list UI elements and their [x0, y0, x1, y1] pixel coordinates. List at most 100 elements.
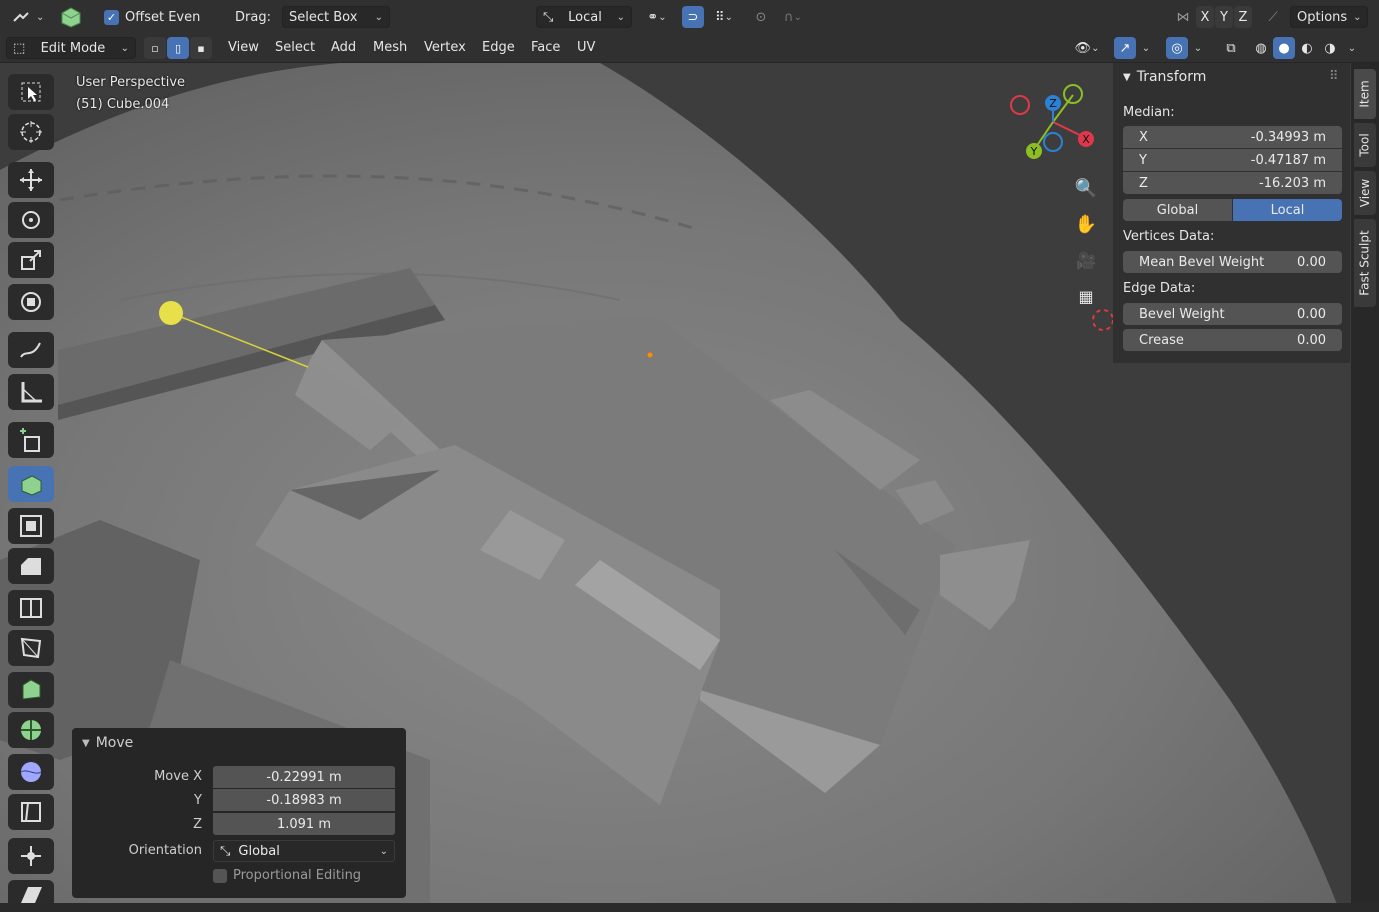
pivot-icon: ⚭ [647, 9, 659, 25]
rendered-shading[interactable]: ◑ [1319, 37, 1341, 59]
tab-view[interactable]: View [1354, 171, 1376, 215]
extrude-region-tool[interactable] [8, 466, 54, 502]
active-tool-icon[interactable] [58, 4, 84, 30]
face-select-mode[interactable]: ▪ [190, 37, 212, 59]
menu-select[interactable]: Select [269, 37, 321, 59]
mirror-x-toggle[interactable]: X [1196, 6, 1214, 28]
overlays-toggle[interactable]: ◎ [1166, 37, 1188, 59]
editor-type-button[interactable]: ⌄ [6, 6, 50, 28]
move-x-field[interactable]: -0.22991 m [213, 766, 395, 788]
menu-view[interactable]: View [222, 37, 265, 59]
scale-tool[interactable] [8, 242, 54, 278]
spin-tool[interactable] [8, 712, 54, 748]
tab-item[interactable]: Item [1354, 69, 1376, 119]
select-box-tool[interactable] [8, 74, 54, 110]
tab-fast-sculpt[interactable]: Fast Sculpt [1354, 219, 1376, 307]
knife-tool[interactable] [8, 630, 54, 666]
mirror-z-toggle[interactable]: Z [1234, 6, 1252, 28]
collapse-triangle-icon: ▼ [82, 737, 90, 749]
snap-target-dropdown[interactable]: ⠿ ⌄ [706, 6, 742, 28]
measure-tool[interactable] [8, 374, 54, 410]
overlays-dropdown[interactable]: ⌄ [1190, 37, 1206, 59]
mirror-y-toggle[interactable]: Y [1215, 6, 1233, 28]
median-y-field[interactable]: Y -0.47187 m [1123, 149, 1342, 171]
visibility-dropdown[interactable]: 👁 ⌄ [1068, 37, 1106, 59]
transform-tool[interactable] [8, 284, 54, 320]
checkmark-icon: ✓ [104, 9, 119, 25]
menu-edge[interactable]: Edge [476, 37, 521, 59]
material-shading[interactable]: ◐ [1296, 37, 1318, 59]
median-z-field[interactable]: Z -16.203 m [1123, 172, 1342, 194]
median-x-field[interactable]: X -0.34993 m [1123, 126, 1342, 148]
menu-add[interactable]: Add [325, 37, 362, 59]
transform-title: Transform [1136, 69, 1207, 85]
proportional-edit-toggle[interactable]: ⊙ [750, 6, 772, 28]
menu-uv[interactable]: UV [571, 37, 601, 59]
bevel-weight-field[interactable]: Bevel Weight 0.00 [1123, 303, 1342, 325]
menu-face[interactable]: Face [525, 37, 566, 59]
orientation-dropdown[interactable]: ⤡ Global ⌄ [213, 840, 395, 862]
wireframe-shading[interactable]: ◍ [1250, 37, 1272, 59]
pan-button[interactable]: ✋ [1072, 210, 1100, 238]
options-dropdown[interactable]: Options ⌄ [1290, 6, 1368, 28]
transform-header[interactable]: ▼ Transform [1123, 69, 1206, 85]
x-value: -0.34993 m [1250, 129, 1326, 145]
pivot-point-button[interactable]: ⚭ ⌄ [640, 6, 674, 28]
move-z-field[interactable]: 1.091 m [213, 813, 395, 835]
topology-mirror-icon[interactable]: ⟋ [1262, 6, 1284, 28]
xray-toggle[interactable]: ⧉ [1220, 37, 1242, 59]
poly-build-icon [22, 679, 41, 700]
global-toggle[interactable]: Global [1123, 199, 1232, 221]
smooth-tool[interactable] [8, 754, 54, 790]
zoom-button[interactable]: 🔍 [1072, 174, 1100, 202]
loop-cut-tool[interactable] [8, 590, 54, 626]
move-z-label: Z [193, 817, 202, 832]
camera-view-button[interactable]: 🎥 [1072, 246, 1100, 274]
navigation-gizmo[interactable]: Z X Y [1005, 80, 1105, 165]
tab-tool[interactable]: Tool [1354, 123, 1376, 167]
axis-z-label: Z [1238, 9, 1248, 25]
proportional-editing-checkbox[interactable]: Proportional Editing [213, 868, 361, 883]
mean-bevel-weight-field[interactable]: Mean Bevel Weight 0.00 [1123, 251, 1342, 273]
menu-mesh[interactable]: Mesh [367, 37, 413, 59]
poly-build-tool[interactable] [8, 672, 54, 708]
drag-select-dropdown[interactable]: Select Box ⌄ [282, 6, 390, 28]
select-box-icon [21, 82, 41, 102]
edge-select-mode[interactable]: ▯ [167, 37, 189, 59]
move-tool[interactable] [8, 162, 54, 198]
face-mode-icon: ▪ [197, 41, 205, 55]
falloff-dropdown[interactable]: ∩ ⌄ [776, 6, 810, 28]
shading-dropdown[interactable]: ⌄ [1343, 37, 1361, 59]
inset-faces-tool[interactable] [8, 508, 54, 544]
bevel-tool[interactable] [8, 548, 54, 584]
crease-field[interactable]: Crease 0.00 [1123, 329, 1342, 351]
sidebar-panel: ▼ Transform ⠿ Median: X -0.34993 m Y -0.47… [1113, 63, 1350, 363]
snap-toggle[interactable]: ⊃ [682, 6, 704, 28]
edge-slide-icon [21, 802, 41, 822]
shrink-fatten-tool[interactable] [8, 838, 54, 874]
mode-dropdown[interactable]: ⬚ Edit Mode ⌄ [6, 37, 136, 59]
cursor-tool[interactable] [8, 114, 54, 150]
edge-slide-tool[interactable] [8, 794, 54, 830]
gizmo-toggle[interactable]: ↗ [1114, 37, 1136, 59]
vertex-select-mode[interactable]: ▫ [144, 37, 166, 59]
move-y-field[interactable]: -0.18983 m [213, 789, 395, 811]
drag-handle-icon[interactable]: ⠿ [1329, 69, 1339, 84]
orientation-value: Local [568, 9, 602, 25]
offset-even-checkbox[interactable]: ✓ Offset Even [98, 6, 206, 28]
perspective-label: User Perspective [76, 75, 186, 90]
mirror-icon[interactable]: ⋈ [1172, 6, 1194, 28]
annotate-tool[interactable] [8, 332, 54, 368]
rotate-tool[interactable] [8, 202, 54, 238]
move-y-value: -0.18983 m [266, 792, 342, 808]
edge-mode-icon: ▯ [174, 41, 182, 55]
local-toggle[interactable]: Local [1233, 199, 1342, 221]
add-cube-tool[interactable] [8, 422, 54, 458]
gizmo-dropdown[interactable]: ⌄ [1138, 37, 1154, 59]
collapse-triangle-icon: ▼ [1123, 71, 1131, 83]
move-panel-header[interactable]: ▼ Move [82, 735, 133, 751]
solid-shading[interactable]: ● [1273, 37, 1295, 59]
perspective-toggle-button[interactable]: ▦ [1072, 282, 1100, 310]
transform-orientation-dropdown[interactable]: ⤡ Local ⌄ [536, 6, 632, 28]
menu-vertex[interactable]: Vertex [418, 37, 472, 59]
